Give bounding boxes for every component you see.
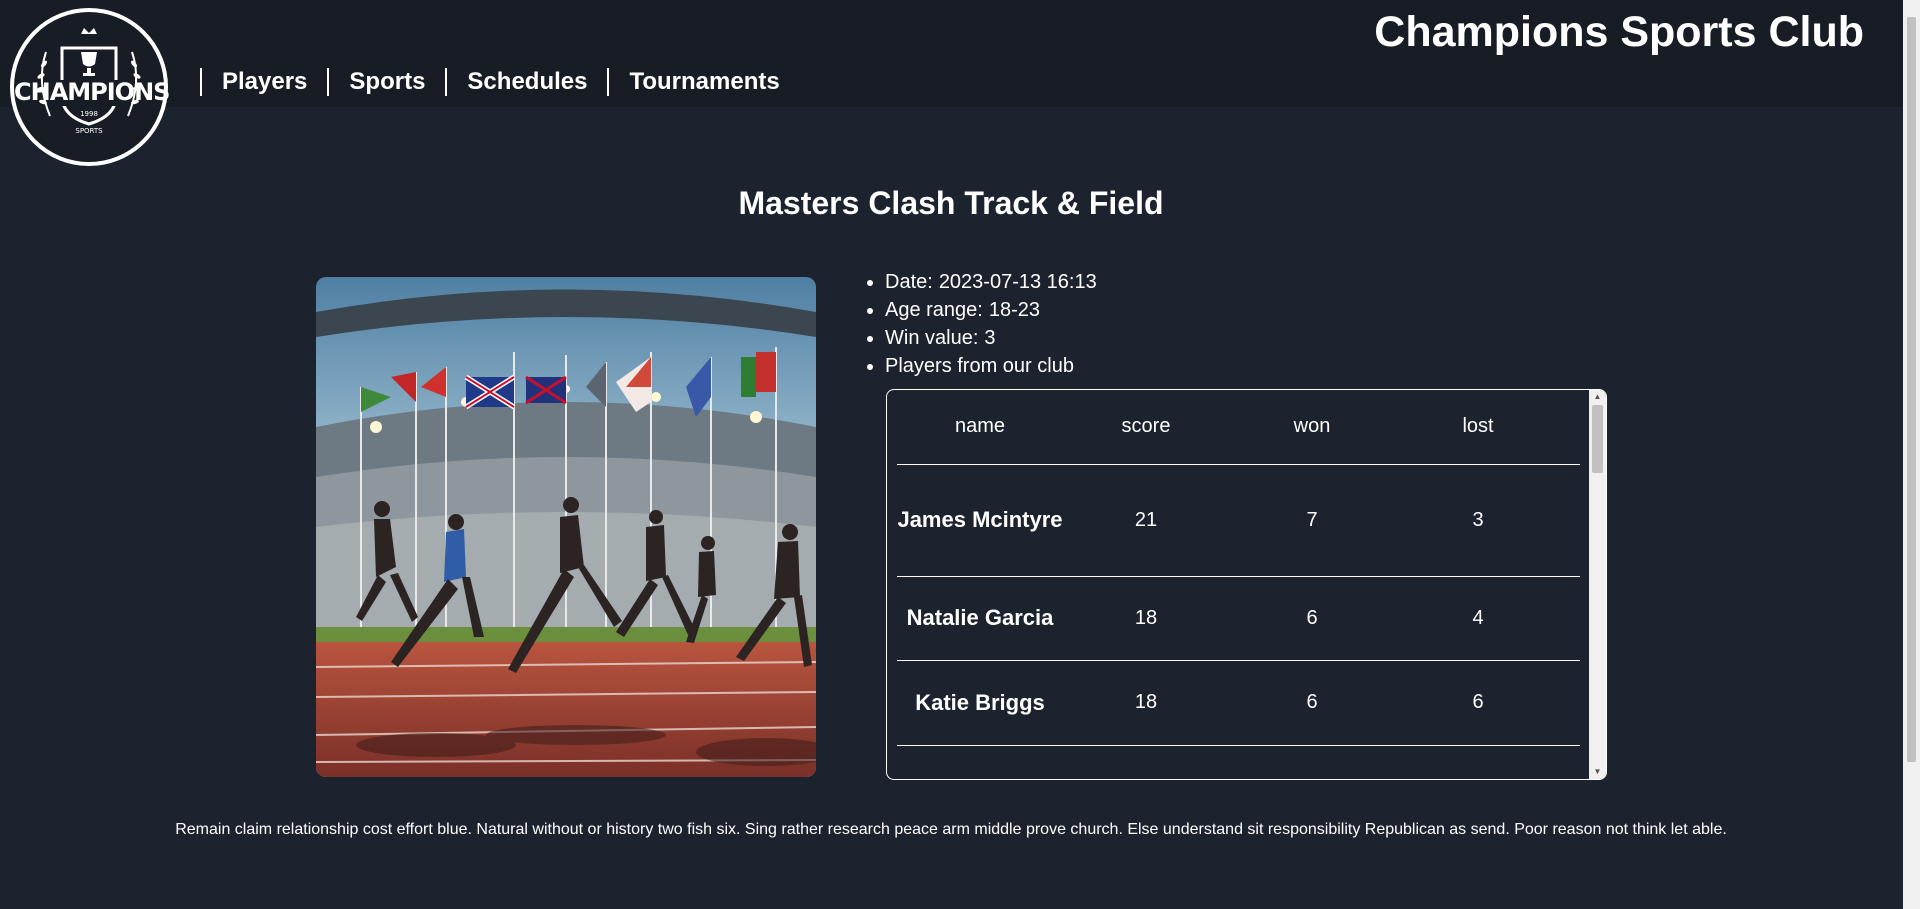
- player-lost: 3: [1395, 464, 1561, 577]
- site-header: Players Sports Schedules Tournaments Cha…: [0, 0, 1902, 107]
- detail-date: Date:2023-07-13 16:13: [885, 268, 1097, 296]
- tournament-details: Date:2023-07-13 16:13 Age range:18-23 Wi…: [862, 268, 1097, 380]
- detail-players-label: Players from our club: [885, 355, 1074, 377]
- table-row: Natalie Garcia 18 6 4: [897, 576, 1580, 661]
- table-row: Katie Briggs 18 6 6: [897, 660, 1580, 746]
- track-race-illustration: [316, 277, 816, 777]
- column-header-spacer: [1561, 390, 1580, 465]
- detail-age-range-value: 18-23: [988, 299, 1041, 321]
- player-score: 18: [1063, 576, 1229, 661]
- page-scroll-thumb[interactable]: [1907, 17, 1916, 762]
- row-spacer: [1561, 464, 1580, 577]
- column-header-won: won: [1229, 390, 1395, 465]
- main-nav: Players Sports Schedules Tournaments: [200, 68, 800, 96]
- table-row: James Mcintyre 21 7 3: [897, 464, 1580, 577]
- detail-date-value: 2023-07-13 16:13: [938, 271, 1097, 293]
- nav-tournaments[interactable]: Tournaments: [607, 68, 799, 96]
- nav-schedules[interactable]: Schedules: [445, 68, 607, 96]
- player-score: 21: [1063, 464, 1229, 577]
- page: Players Sports Schedules Tournaments Cha…: [0, 0, 1920, 909]
- tournament-description: Remain claim relationship cost effort bl…: [175, 821, 1727, 838]
- player-won: 6: [1229, 660, 1395, 746]
- row-spacer: [1561, 576, 1580, 661]
- nav-players[interactable]: Players: [200, 68, 327, 96]
- logo-tagline: SPORTS: [75, 127, 103, 135]
- player-name: James Mcintyre: [897, 464, 1063, 577]
- table-scrollbar[interactable]: ▲ ▼: [1589, 390, 1606, 779]
- detail-age-range: Age range:18-23: [885, 296, 1097, 324]
- table-header-row: name score won lost: [897, 390, 1580, 465]
- players-table: name score won lost James Mcintyre 21 7 …: [897, 390, 1580, 746]
- table-scroll-thumb[interactable]: [1592, 405, 1603, 473]
- row-spacer: [1561, 660, 1580, 746]
- detail-win-value-value: 3: [984, 327, 996, 349]
- page-title: Masters Clash Track & Field: [738, 185, 1164, 221]
- detail-players: Players from our club: [885, 352, 1097, 380]
- nav-sports[interactable]: Sports: [327, 68, 445, 96]
- column-header-name: name: [897, 390, 1063, 465]
- detail-win-value-label: Win value:: [885, 327, 979, 349]
- player-won: 7: [1229, 464, 1395, 577]
- player-name: Katie Briggs: [897, 660, 1063, 746]
- page-scrollbar[interactable]: [1903, 0, 1920, 909]
- logo-year: 1998: [80, 110, 98, 118]
- site-title: Champions Sports Club: [1374, 8, 1864, 56]
- triangle-up-icon[interactable]: ▲: [1589, 390, 1606, 404]
- detail-win-value: Win value:3: [885, 324, 1097, 352]
- detail-age-range-label: Age range:: [885, 299, 983, 321]
- player-lost: 6: [1395, 660, 1561, 746]
- champions-crest-icon[interactable]: CHAMPIONS 1998 SPORTS: [10, 8, 170, 166]
- column-header-lost: lost: [1395, 390, 1561, 465]
- player-name: Natalie Garcia: [897, 576, 1063, 661]
- tournament-image: [316, 277, 816, 777]
- player-lost: 4: [1395, 576, 1561, 661]
- detail-date-label: Date:: [885, 271, 933, 293]
- triangle-down-icon[interactable]: ▼: [1589, 765, 1606, 779]
- player-score: 18: [1063, 660, 1229, 746]
- players-table-container[interactable]: name score won lost James Mcintyre 21 7 …: [886, 389, 1607, 780]
- player-won: 6: [1229, 576, 1395, 661]
- column-header-score: score: [1063, 390, 1229, 465]
- logo-word: CHAMPIONS: [14, 78, 170, 106]
